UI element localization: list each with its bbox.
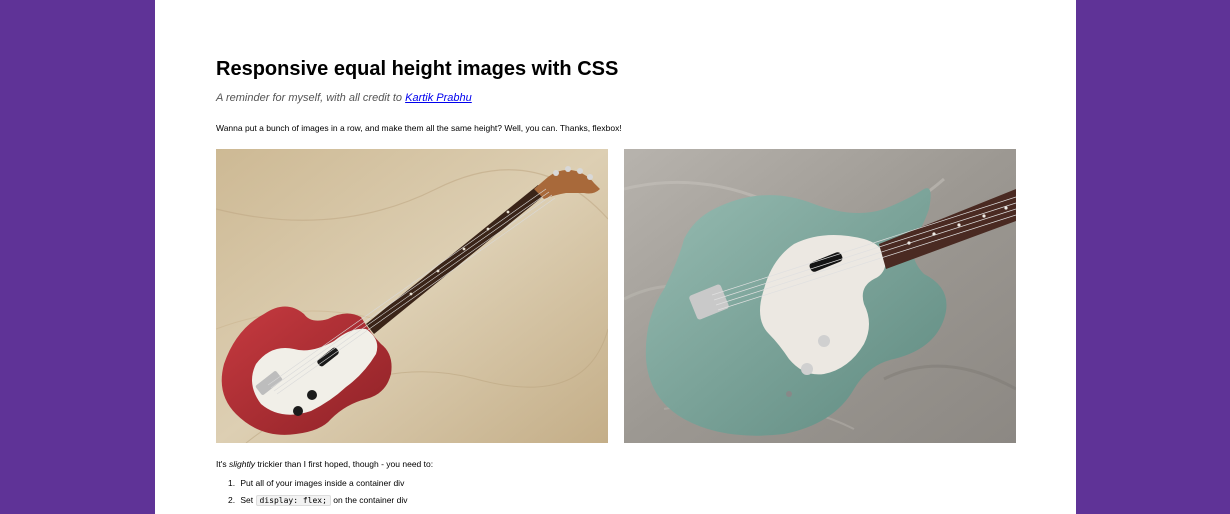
list-item: 2. Set display: flex; on the container d… (216, 495, 408, 512)
kartik-prabhu-link[interactable]: Kartik Prabhu (405, 92, 472, 104)
step-text: Put all of your images inside a containe… (240, 478, 405, 488)
step-text-post: on the container div (330, 495, 408, 505)
trickier-paragraph: It's slightly trickier than I first hope… (216, 459, 433, 469)
tricky-emphasis: slightly (228, 459, 255, 469)
subtitle-text: A reminder for myself, with all credit t… (216, 92, 406, 104)
step-number: 1. (228, 478, 236, 488)
step-number: 2. (228, 495, 236, 505)
subtitle: A reminder for myself, with all credit t… (216, 92, 472, 104)
page-title: Responsive equal height images with CSS (216, 58, 619, 80)
steps-list: 1. Put all of your images inside a conta… (216, 478, 408, 512)
teal-bass-guitar-photo (624, 149, 1016, 443)
step-text-pre: Set (240, 495, 256, 505)
page-container: Responsive equal height images with CSS … (155, 0, 1076, 514)
red-bass-guitar-photo (216, 149, 608, 443)
intro-paragraph: Wanna put a bunch of images in a row, an… (216, 123, 622, 133)
image-row (216, 149, 1016, 443)
tricky-post: trickier than I first hoped, though - yo… (254, 459, 434, 469)
list-item: 1. Put all of your images inside a conta… (216, 478, 408, 495)
code-snippet: display: flex; (255, 495, 331, 506)
tricky-pre: It's (216, 459, 229, 469)
